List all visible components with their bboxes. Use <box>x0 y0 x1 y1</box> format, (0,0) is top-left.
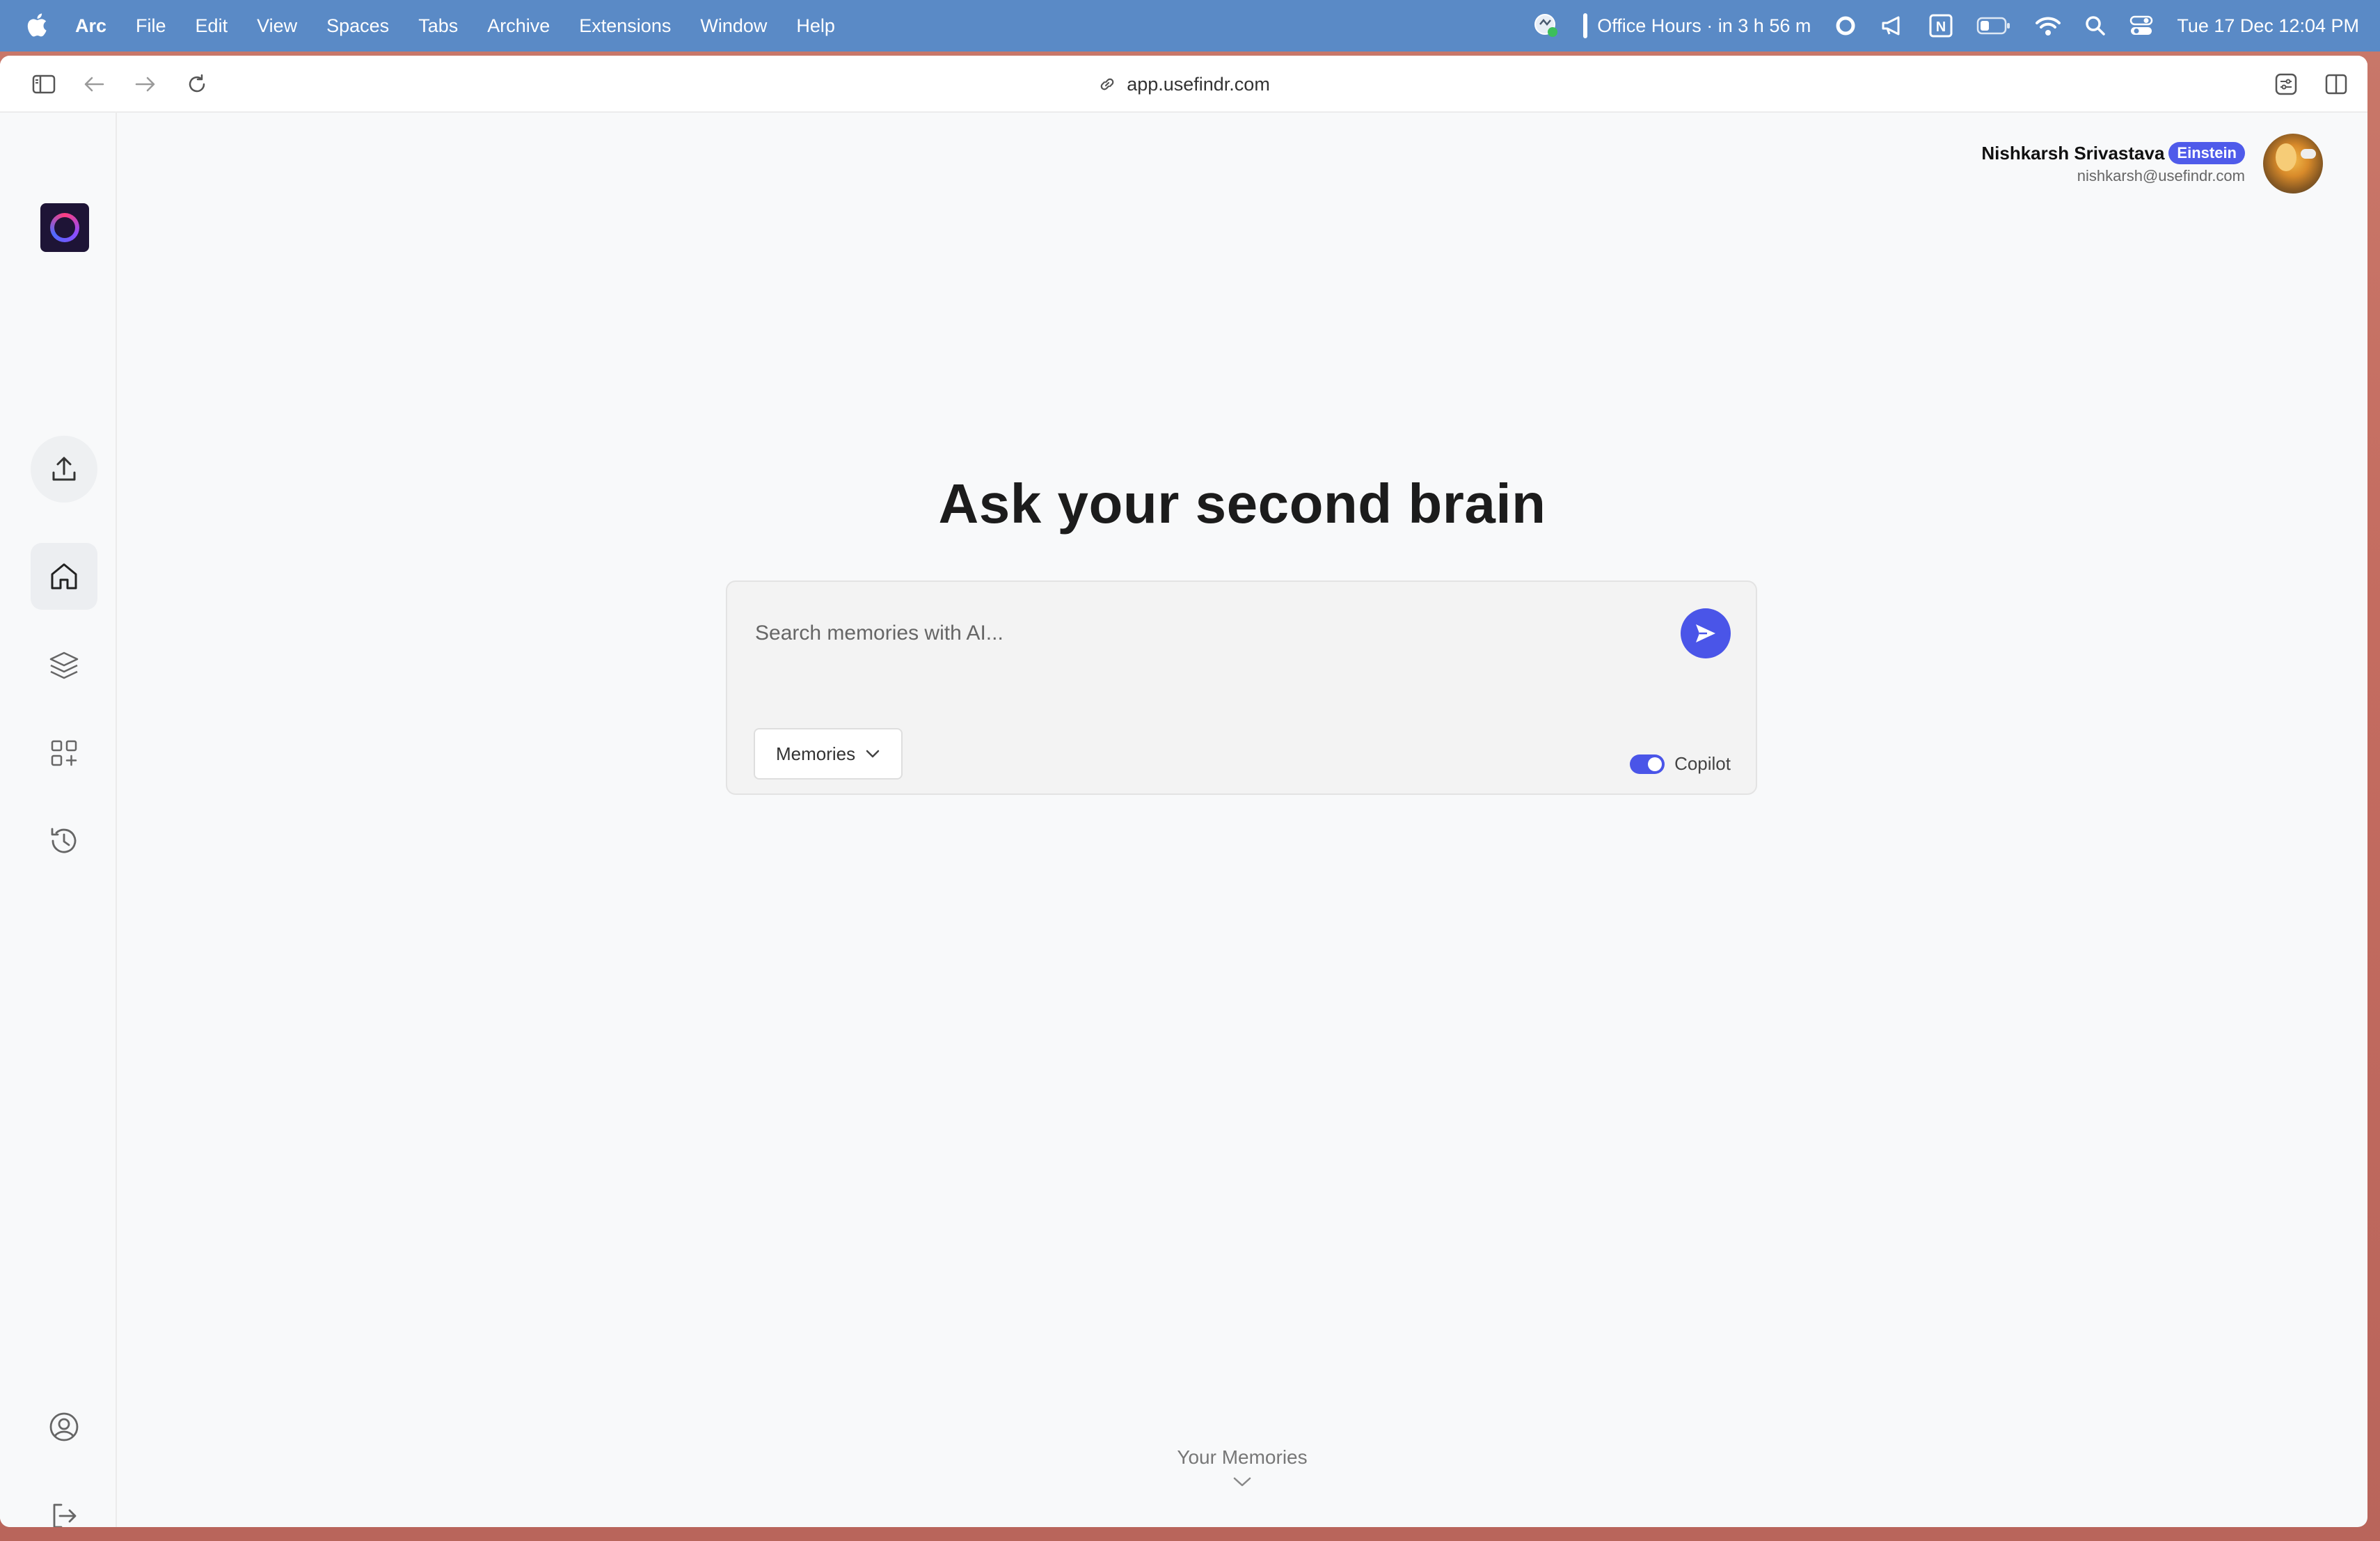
upload-icon <box>52 457 76 481</box>
macos-menubar: Arc File Edit View Spaces Tabs Archive E… <box>0 0 2380 52</box>
menu-window[interactable]: Window <box>700 15 767 37</box>
search-input[interactable] <box>754 615 1661 651</box>
findr-logo[interactable] <box>40 203 89 252</box>
user-info: Nishkarsh Srivastava Einstein nishkarsh@… <box>1981 142 2245 185</box>
user-email: nishkarsh@usefindr.com <box>2077 167 2245 184</box>
menu-spaces[interactable]: Spaces <box>326 15 389 37</box>
app-sidebar <box>0 113 117 1527</box>
meeting-text: Office Hours · in 3 h 56 m <box>1597 15 1811 36</box>
back-arrow-icon[interactable] <box>81 71 107 97</box>
chevron-down-icon <box>866 750 880 758</box>
extension-status-icon[interactable] <box>1533 12 1560 40</box>
calendar-meeting-status[interactable]: Office Hours · in 3 h 56 m <box>1583 13 1811 38</box>
address-bar-content[interactable]: app.usefindr.com <box>1097 74 1270 95</box>
site-controls-icon[interactable] <box>2273 71 2299 97</box>
menubar-clock[interactable]: Tue 17 Dec 12:04 PM <box>2177 15 2359 37</box>
page-title: Ask your second brain <box>938 473 1546 535</box>
add-widget-icon <box>51 740 77 766</box>
link-icon <box>1100 78 1114 90</box>
menu-view[interactable]: View <box>257 15 297 37</box>
menu-help[interactable]: Help <box>796 15 835 37</box>
avatar[interactable] <box>2263 134 2323 193</box>
browser-toolbar: app.usefindr.com <box>0 56 2367 113</box>
your-memories-label: Your Memories <box>1177 1446 1308 1468</box>
sidebar-item-integrations[interactable] <box>31 720 97 787</box>
menu-edit[interactable]: Edit <box>196 15 228 37</box>
spotlight-search-icon[interactable] <box>2085 12 2106 40</box>
scope-dropdown[interactable]: Memories <box>754 728 903 780</box>
menu-archive[interactable]: Archive <box>487 15 550 37</box>
meeting-color-bar <box>1583 13 1588 38</box>
menu-tabs[interactable]: Tabs <box>418 15 458 37</box>
sidebar-toggle-icon[interactable] <box>31 71 57 97</box>
menu-list: Arc File Edit View Spaces Tabs Archive E… <box>75 0 864 52</box>
ring-status-icon[interactable] <box>1834 12 1857 40</box>
browser-window: app.usefindr.com Nishkarsh Srivastava Ei… <box>0 56 2367 1527</box>
reload-icon[interactable] <box>184 71 210 97</box>
apple-logo-icon[interactable] <box>26 13 47 38</box>
send-button[interactable] <box>1681 608 1731 658</box>
logout-icon <box>53 1503 77 1527</box>
control-center-icon[interactable] <box>2129 12 2153 40</box>
user-profile[interactable]: Nishkarsh Srivastava Einstein nishkarsh@… <box>1981 134 2323 193</box>
sidebar-item-spaces[interactable] <box>31 632 97 699</box>
user-name: Nishkarsh Srivastava <box>1981 142 2165 164</box>
layers-icon <box>49 651 79 679</box>
copilot-label: Copilot <box>1674 753 1731 774</box>
chevron-down-icon <box>1233 1477 1251 1487</box>
scope-dropdown-label: Memories <box>776 743 856 764</box>
split-view-icon[interactable] <box>2323 71 2349 97</box>
logo-ring-icon <box>50 213 79 242</box>
forward-arrow-icon[interactable] <box>132 71 159 97</box>
your-memories-link[interactable]: Your Memories <box>117 1446 2367 1488</box>
menubar-status-area: Office Hours · in 3 h 56 m N Tue 17 Dec … <box>1509 0 2359 52</box>
menu-app-name[interactable]: Arc <box>75 15 106 37</box>
home-icon <box>51 563 77 590</box>
sidebar-item-logout[interactable] <box>31 1483 97 1527</box>
send-icon <box>1696 624 1715 642</box>
user-name-row: Nishkarsh Srivastava Einstein <box>1981 142 2245 164</box>
search-panel: Memories Copilot <box>726 580 1757 795</box>
battery-icon[interactable] <box>1976 12 2011 40</box>
notion-icon[interactable]: N <box>1929 12 1953 40</box>
megaphone-icon[interactable] <box>1880 12 1905 40</box>
menu-extensions[interactable]: Extensions <box>579 15 671 37</box>
wifi-icon[interactable] <box>2035 12 2061 40</box>
url-text: app.usefindr.com <box>1127 73 1270 95</box>
sidebar-item-home[interactable] <box>31 543 97 610</box>
copilot-toggle-group[interactable]: Copilot <box>1630 753 1731 775</box>
account-icon <box>49 1412 79 1441</box>
plan-badge: Einstein <box>2168 142 2245 164</box>
sidebar-item-history[interactable] <box>31 807 97 874</box>
sidebar-item-account[interactable] <box>31 1393 97 1460</box>
upload-button[interactable] <box>31 436 97 503</box>
address-bar: app.usefindr.com <box>0 56 2367 113</box>
copilot-toggle[interactable] <box>1630 754 1665 774</box>
history-icon <box>51 828 77 853</box>
menu-file[interactable]: File <box>136 15 166 37</box>
notion-letter: N <box>1936 19 1946 35</box>
